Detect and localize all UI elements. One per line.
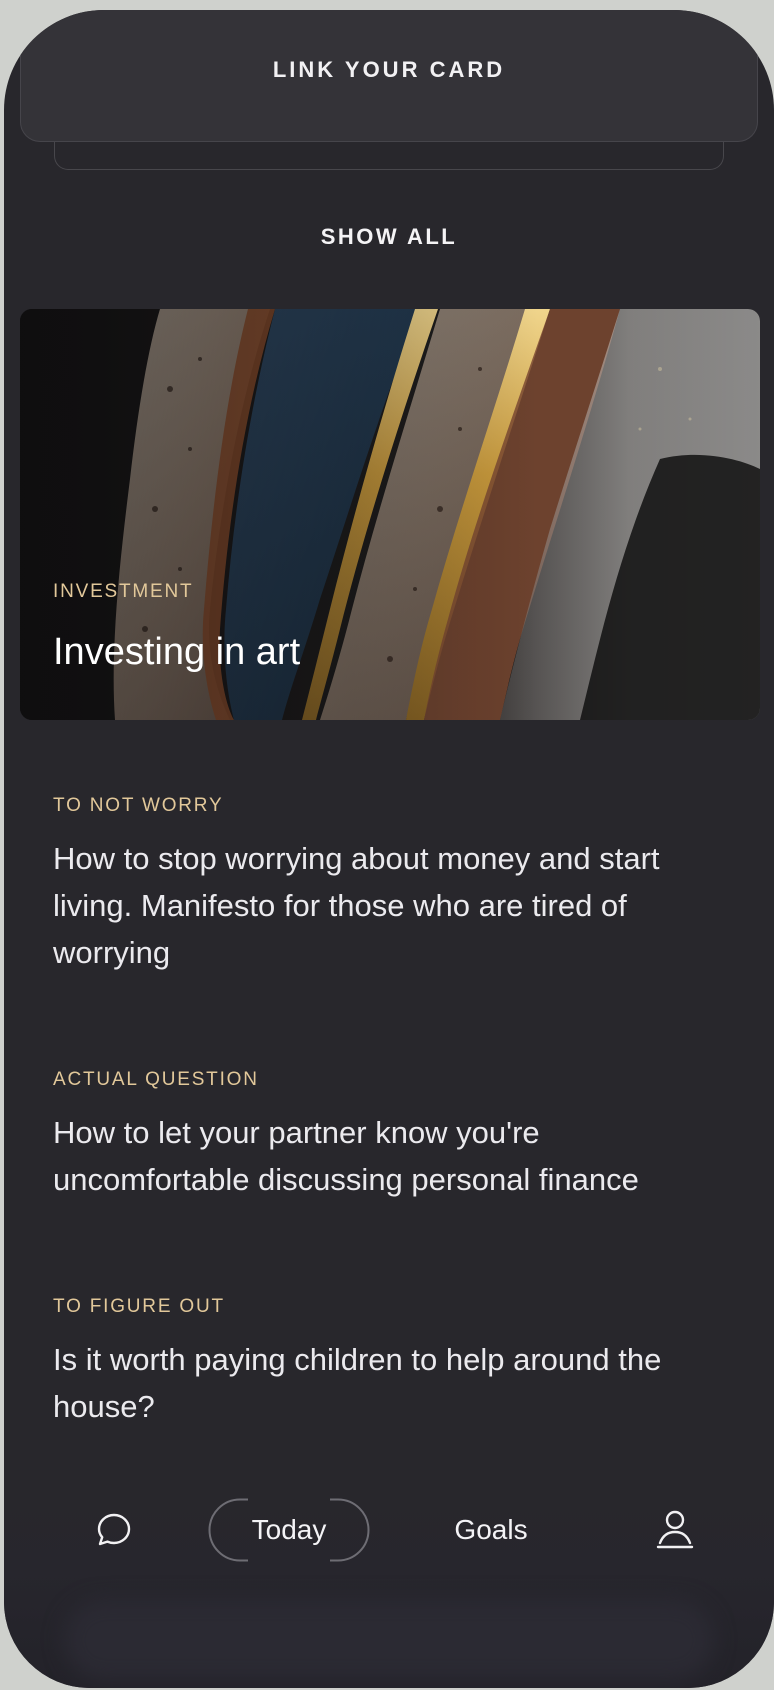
phone-screen: LINK YOUR CARD SHOW ALL INVESTMENT Inves…: [4, 10, 774, 1688]
article-headline: Is it worth paying children to help arou…: [53, 1342, 662, 1424]
article-tag: ACTUAL QUESTION: [53, 1069, 259, 1090]
article-tag: TO NOT WORRY: [53, 795, 224, 816]
article-headline: How to stop worrying about money and sta…: [53, 841, 660, 970]
nav-profile-button[interactable]: [647, 1502, 703, 1558]
nav-glow: [64, 1600, 714, 1680]
chat-bubble-icon: [97, 1513, 131, 1546]
featured-article-title: Investing in art: [53, 631, 301, 673]
article-item[interactable]: TO FIGURE OUT Is it worth paying childre…: [53, 1296, 743, 1430]
featured-article-card[interactable]: INVESTMENT Investing in art: [20, 309, 760, 720]
link-your-card-button[interactable]: LINK YOUR CARD: [20, 10, 758, 142]
article-tag: TO FIGURE OUT: [53, 1296, 225, 1317]
link-your-card-label: LINK YOUR CARD: [272, 56, 506, 82]
show-all-button[interactable]: SHOW ALL: [4, 224, 774, 250]
article-item[interactable]: TO NOT WORRY How to stop worrying about …: [53, 795, 743, 976]
nav-today-tab[interactable]: Today: [208, 1498, 370, 1562]
article-headline: How to let your partner know you're unco…: [53, 1115, 639, 1197]
featured-article-tag: INVESTMENT: [53, 581, 194, 602]
show-all-label: SHOW ALL: [320, 224, 458, 249]
bottom-navigation: Today Goals: [4, 1492, 774, 1688]
nav-goals-tab[interactable]: Goals: [416, 1498, 566, 1562]
goals-label: Goals: [454, 1514, 528, 1545]
person-icon: [656, 1510, 694, 1549]
today-tab-indicator: [208, 1498, 370, 1562]
nav-chat-button[interactable]: [86, 1502, 142, 1558]
article-item[interactable]: ACTUAL QUESTION How to let your partner …: [53, 1069, 743, 1203]
